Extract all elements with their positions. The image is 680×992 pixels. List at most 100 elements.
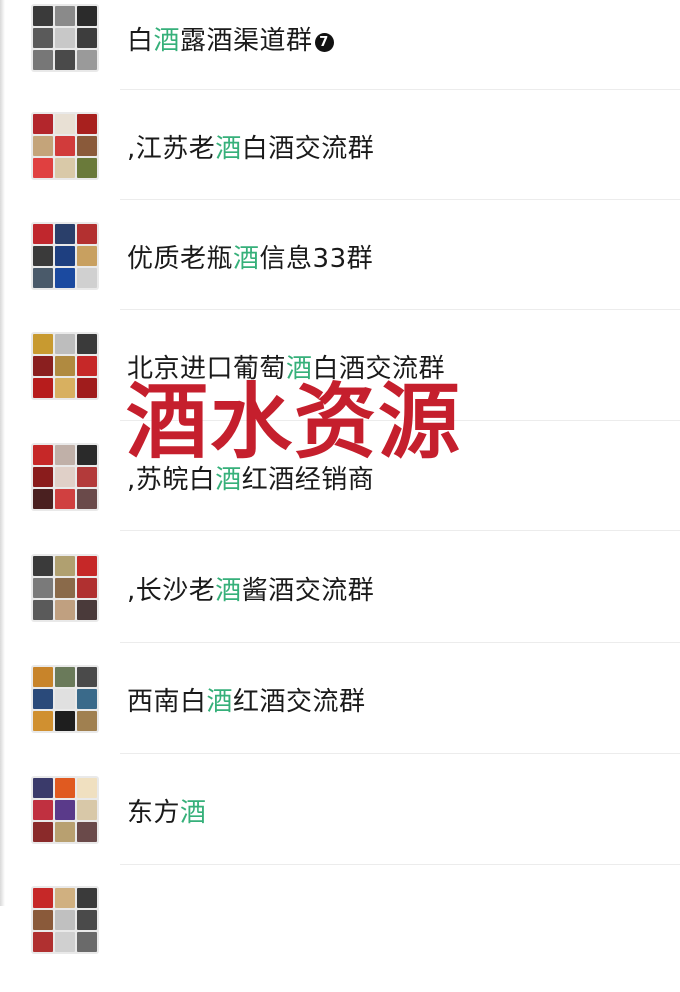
row-divider [120, 309, 680, 310]
group-name-prefix: ,江苏老 [127, 134, 216, 164]
row-divider [120, 642, 680, 643]
group-avatar[interactable] [31, 112, 99, 180]
group-name: 西南白酒红酒交流群 [127, 681, 366, 718]
search-highlight: 酒 [180, 798, 207, 828]
avatar-tile [77, 378, 97, 398]
group-name-prefix: 优质老瓶 [127, 244, 234, 274]
avatar-tile [33, 556, 53, 576]
group-name-suffix: 露酒渠道群 [180, 26, 313, 56]
group-avatar[interactable] [31, 443, 99, 511]
avatar-tile [33, 224, 53, 244]
group-name: 优质老瓶酒信息33群 [127, 238, 373, 275]
avatar-tile [33, 114, 53, 134]
avatar-tile [33, 467, 53, 487]
avatar-tile [77, 489, 97, 509]
avatar-tile [55, 711, 75, 731]
avatar-tile [55, 136, 75, 156]
avatar-tile [55, 268, 75, 288]
avatar-tile [77, 932, 97, 952]
avatar-tile [77, 6, 97, 26]
avatar-tile [33, 28, 53, 48]
avatar-tile [55, 50, 75, 70]
avatar-tile [55, 800, 75, 820]
avatar-tile [55, 28, 75, 48]
avatar-tile [33, 50, 53, 70]
group-name: 东方酒 [127, 792, 207, 829]
avatar-tile [55, 600, 75, 620]
group-avatar[interactable] [31, 222, 99, 290]
group-avatar[interactable] [31, 665, 99, 733]
avatar-tile [77, 910, 97, 930]
avatar-tile [77, 158, 97, 178]
group-chat-row[interactable] [0, 882, 680, 992]
row-divider [120, 199, 680, 200]
avatar-tile [33, 822, 53, 842]
avatar-tile [55, 378, 75, 398]
avatar-tile [33, 778, 53, 798]
group-name-suffix: 红酒交流群 [233, 687, 366, 717]
avatar-tile [77, 689, 97, 709]
group-name-suffix: 信息33群 [259, 244, 374, 274]
group-chat-row[interactable]: 白酒露酒渠道群 7 [0, 0, 680, 110]
avatar-tile [77, 136, 97, 156]
avatar-tile [77, 268, 97, 288]
avatar-tile [77, 356, 97, 376]
avatar-tile [33, 334, 53, 354]
avatar-tile [55, 6, 75, 26]
avatar-tile [33, 246, 53, 266]
avatar-tile [33, 910, 53, 930]
avatar-tile [77, 600, 97, 620]
avatar-tile [55, 158, 75, 178]
avatar-tile [77, 445, 97, 465]
avatar-tile [77, 224, 97, 244]
group-chat-row[interactable]: 西南白酒红酒交流群 [0, 661, 680, 771]
number-badge: 7 [314, 33, 334, 52]
group-name-suffix: 白酒交流群 [241, 134, 375, 164]
search-highlight: 酒 [233, 244, 260, 274]
group-name-suffix: 酱酒交流群 [241, 576, 375, 606]
avatar-tile [33, 489, 53, 509]
avatar-tile [33, 578, 53, 598]
avatar-tile [55, 822, 75, 842]
avatar-tile [33, 800, 53, 820]
group-chat-row[interactable]: 优质老瓶酒信息33群 [0, 218, 680, 328]
search-highlight: 酒 [215, 134, 242, 164]
group-avatar[interactable] [31, 332, 99, 400]
avatar-tile [55, 334, 75, 354]
group-avatar[interactable] [31, 886, 99, 954]
row-divider [120, 530, 680, 531]
avatar-tile [55, 489, 75, 509]
search-highlight: 酒 [215, 576, 242, 606]
group-avatar[interactable] [31, 554, 99, 622]
group-avatar[interactable] [31, 776, 99, 844]
avatar-tile [77, 467, 97, 487]
row-divider [120, 753, 680, 754]
avatar-tile [33, 667, 53, 687]
avatar-tile [55, 114, 75, 134]
avatar-tile [33, 378, 53, 398]
group-chat-row[interactable]: ,江苏老酒白酒交流群 [0, 108, 680, 218]
avatar-tile [33, 711, 53, 731]
avatar-tile [55, 667, 75, 687]
avatar-tile [33, 932, 53, 952]
group-name: ,长沙老酒酱酒交流群 [127, 570, 374, 607]
avatar-tile [55, 224, 75, 244]
avatar-tile [55, 246, 75, 266]
group-chat-row[interactable]: 东方酒 [0, 772, 680, 882]
group-avatar[interactable] [31, 4, 99, 72]
avatar-tile [77, 667, 97, 687]
avatar-tile [77, 578, 97, 598]
watermark-overlay-text: 酒水资源 [126, 375, 463, 470]
avatar-tile [55, 578, 75, 598]
search-highlight: 酒 [153, 26, 181, 56]
row-divider [120, 864, 680, 865]
avatar-tile [33, 689, 53, 709]
avatar-tile [55, 556, 75, 576]
row-divider [120, 89, 680, 90]
avatar-tile [55, 910, 75, 930]
avatar-tile [77, 556, 97, 576]
group-chat-row[interactable]: ,长沙老酒酱酒交流群 [0, 550, 680, 660]
avatar-tile [55, 778, 75, 798]
avatar-tile [77, 246, 97, 266]
avatar-tile [33, 445, 53, 465]
